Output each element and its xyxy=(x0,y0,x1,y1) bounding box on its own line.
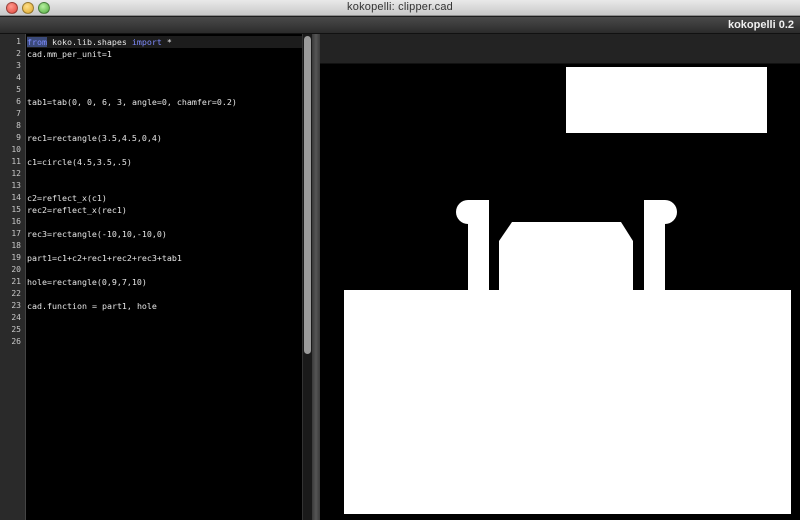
code-line[interactable]: hole=rectangle(0,9,7,10) xyxy=(27,276,303,288)
line-number: 24 xyxy=(11,313,21,322)
line-number: 21 xyxy=(11,277,21,286)
code-line[interactable] xyxy=(27,72,303,84)
line-number: 3 xyxy=(16,61,21,70)
line-number: 4 xyxy=(16,73,21,82)
code-line[interactable] xyxy=(27,84,303,96)
code-line[interactable]: from koko.lib.shapes import * xyxy=(27,36,303,48)
editor-scrollbar-thumb[interactable] xyxy=(304,36,311,354)
code-line[interactable]: c2=reflect_x(c1) xyxy=(27,192,303,204)
code-line[interactable] xyxy=(27,108,303,120)
code-line[interactable]: tab1=tab(0, 0, 6, 3, angle=0, chamfer=0.… xyxy=(27,96,303,108)
window-title: kokopelli: clipper.cad xyxy=(347,1,453,13)
line-number: 10 xyxy=(11,145,21,154)
app-name: kokopelli 0.2 xyxy=(727,19,794,31)
line-number: 23 xyxy=(11,301,21,310)
left-post-shape xyxy=(468,200,489,296)
line-number: 11 xyxy=(11,157,21,166)
tab-shape xyxy=(499,222,633,296)
line-number: 17 xyxy=(11,229,21,238)
right-post-shape xyxy=(644,200,665,296)
code-area[interactable]: from koko.lib.shapes import * cad.mm_per_… xyxy=(27,34,303,520)
base-rectangle-shape xyxy=(344,290,791,514)
code-line[interactable]: rec3=rectangle(-10,10,-10,0) xyxy=(27,228,303,240)
line-number: 6 xyxy=(16,97,21,106)
line-number: 25 xyxy=(11,325,21,334)
line-number: 26 xyxy=(11,337,21,346)
hole-shape xyxy=(566,67,767,133)
line-number: 7 xyxy=(16,109,21,118)
code-line[interactable] xyxy=(27,60,303,72)
code-line[interactable] xyxy=(27,120,303,132)
code-line[interactable] xyxy=(27,240,303,252)
code-editor[interactable]: 1 2 3 4 5 6 7 8 9 10 11 12 13 14 15 16 17 18 19 20 21 22 23 24 2… xyxy=(0,34,312,520)
line-number-gutter: 1 2 3 4 5 6 7 8 9 10 11 12 13 14 15 16 17 18 19 20 21 22 23 24 2… xyxy=(0,34,26,520)
code-line[interactable]: cad.mm_per_unit=1 xyxy=(27,48,303,60)
window-titlebar: kokopelli: clipper.cad xyxy=(0,0,800,16)
line-number: 16 xyxy=(11,217,21,226)
line-number: 1 xyxy=(16,37,21,46)
line-number: 19 xyxy=(11,253,21,262)
render-viewer[interactable] xyxy=(320,34,800,520)
code-line[interactable] xyxy=(27,288,303,300)
pane-splitter[interactable] xyxy=(312,34,320,520)
viewer-toolbar xyxy=(320,34,800,64)
app-header: kokopelli 0.2 xyxy=(0,17,800,34)
line-number: 5 xyxy=(16,85,21,94)
line-number: 22 xyxy=(11,289,21,298)
code-line[interactable] xyxy=(27,216,303,228)
line-number: 18 xyxy=(11,241,21,250)
line-number: 2 xyxy=(16,49,21,58)
line-number: 15 xyxy=(11,205,21,214)
code-line[interactable] xyxy=(27,144,303,156)
line-number: 8 xyxy=(16,121,21,130)
line-number: 13 xyxy=(11,181,21,190)
code-line[interactable]: rec2=reflect_x(rec1) xyxy=(27,204,303,216)
code-line[interactable] xyxy=(27,312,303,324)
code-line[interactable] xyxy=(27,168,303,180)
code-line[interactable] xyxy=(27,180,303,192)
line-number: 14 xyxy=(11,193,21,202)
code-line[interactable]: rec1=rectangle(3.5,4.5,0,4) xyxy=(27,132,303,144)
line-number: 9 xyxy=(16,133,21,142)
code-line[interactable] xyxy=(27,324,303,336)
code-line[interactable]: cad.function = part1, hole xyxy=(27,300,303,312)
code-line[interactable]: part1=c1+c2+rec1+rec2+rec3+tab1 xyxy=(27,252,303,264)
code-line[interactable] xyxy=(27,336,303,348)
editor-vertical-scrollbar[interactable] xyxy=(302,34,312,520)
line-number: 12 xyxy=(11,169,21,178)
render-canvas[interactable] xyxy=(320,64,800,520)
line-number: 20 xyxy=(11,265,21,274)
code-line[interactable]: c1=circle(4.5,3.5,.5) xyxy=(27,156,303,168)
code-line[interactable] xyxy=(27,264,303,276)
